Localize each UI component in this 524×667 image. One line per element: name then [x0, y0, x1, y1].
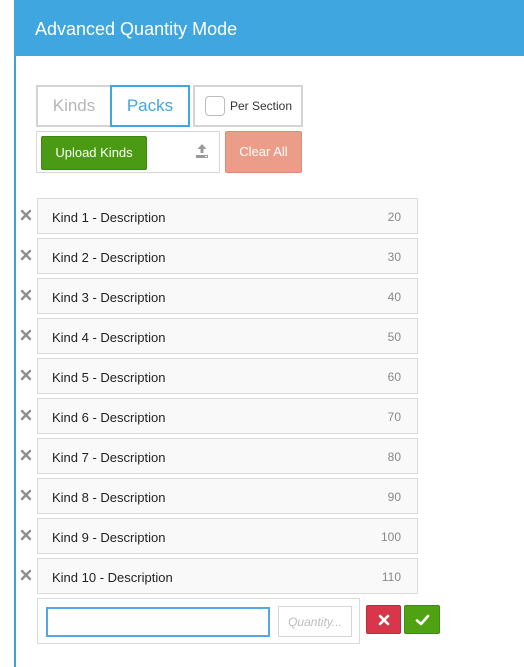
remove-icon[interactable] — [19, 208, 33, 222]
list-item-label: Kind 5 - Description — [52, 370, 166, 385]
close-icon — [378, 614, 390, 626]
clear-all-button[interactable]: Clear All — [225, 131, 302, 173]
list-item-quantity: 30 — [387, 250, 401, 264]
list-item-label: Kind 4 - Description — [52, 330, 166, 345]
upload-group: Upload Kinds — [36, 131, 220, 173]
list-item: Kind 2 - Description 30 — [0, 238, 524, 274]
remove-icon[interactable] — [19, 528, 33, 542]
mode-toggle: Kinds Packs — [36, 85, 190, 127]
list-item: Kind 9 - Description 100 — [0, 518, 524, 554]
per-section-checkbox[interactable] — [205, 96, 225, 116]
confirm-button[interactable] — [404, 605, 440, 634]
list-item-box[interactable]: Kind 5 - Description 60 — [37, 358, 418, 394]
list-item-quantity: 70 — [387, 410, 401, 424]
kind-input[interactable] — [46, 607, 270, 637]
upload-kinds-button[interactable]: Upload Kinds — [41, 136, 147, 170]
list-item: Kind 7 - Description 80 — [0, 438, 524, 474]
list-item: Kind 6 - Description 70 — [0, 398, 524, 434]
list-item-label: Kind 2 - Description — [52, 250, 166, 265]
list-item: Kind 5 - Description 60 — [0, 358, 524, 394]
list-item-box[interactable]: Kind 9 - Description 100 — [37, 518, 418, 554]
tab-kinds[interactable]: Kinds — [38, 87, 110, 125]
list-item-label: Kind 3 - Description — [52, 290, 166, 305]
list-item: Kind 3 - Description 40 — [0, 278, 524, 314]
new-kind-entry — [37, 598, 360, 644]
list-item-box[interactable]: Kind 4 - Description 50 — [37, 318, 418, 354]
remove-icon[interactable] — [19, 248, 33, 262]
list-item-box[interactable]: Kind 7 - Description 80 — [37, 438, 418, 474]
quantity-input[interactable] — [278, 606, 352, 637]
list-item-box[interactable]: Kind 6 - Description 70 — [37, 398, 418, 434]
upload-icon[interactable] — [193, 142, 211, 160]
list-item-box[interactable]: Kind 1 - Description 20 — [37, 198, 418, 234]
list-item-box[interactable]: Kind 3 - Description 40 — [37, 278, 418, 314]
list-item-box[interactable]: Kind 10 - Description 110 — [37, 558, 418, 594]
per-section-toggle[interactable]: Per Section — [193, 85, 303, 127]
list-item-quantity: 80 — [387, 450, 401, 464]
list-item-quantity: 100 — [380, 530, 401, 544]
page-title: Advanced Quantity Mode — [35, 19, 238, 39]
remove-icon[interactable] — [19, 488, 33, 502]
list-item-quantity: 110 — [381, 570, 401, 584]
remove-icon[interactable] — [19, 328, 33, 342]
list-item-label: Kind 9 - Description — [52, 530, 166, 545]
list-item-label: Kind 10 - Description — [52, 570, 173, 585]
remove-icon[interactable] — [19, 568, 33, 582]
list-item-label: Kind 1 - Description — [52, 210, 166, 225]
list-item: Kind 4 - Description 50 — [0, 318, 524, 354]
cancel-button[interactable] — [366, 605, 401, 634]
list-item-label: Kind 8 - Description — [52, 490, 166, 505]
list-item-box[interactable]: Kind 8 - Description 90 — [37, 478, 418, 514]
check-icon — [415, 614, 430, 626]
per-section-label: Per Section — [230, 99, 293, 113]
list-item-quantity: 20 — [387, 210, 401, 224]
list-item-label: Kind 7 - Description — [52, 450, 166, 465]
list-item-label: Kind 6 - Description — [52, 410, 166, 425]
list-item: Kind 8 - Description 90 — [0, 478, 524, 514]
remove-icon[interactable] — [19, 288, 33, 302]
list-item-quantity: 40 — [387, 290, 401, 304]
list-item: Kind 1 - Description 20 — [0, 198, 524, 234]
list-item-quantity: 50 — [387, 330, 401, 344]
remove-icon[interactable] — [19, 408, 33, 422]
remove-icon[interactable] — [19, 448, 33, 462]
tab-packs[interactable]: Packs — [110, 85, 190, 127]
list-item-quantity: 90 — [387, 490, 401, 504]
list-item: Kind 10 - Description 110 — [0, 558, 524, 594]
list-item-box[interactable]: Kind 2 - Description 30 — [37, 238, 418, 274]
list-item-quantity: 60 — [387, 370, 401, 384]
panel-header: Advanced Quantity Mode — [14, 0, 524, 56]
remove-icon[interactable] — [19, 368, 33, 382]
